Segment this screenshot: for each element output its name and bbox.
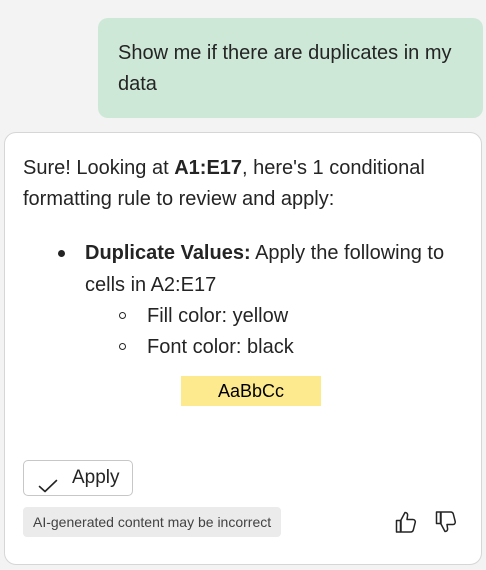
- apply-button-label: Apply: [72, 467, 120, 488]
- circle-bullet-icon: [119, 312, 126, 319]
- user-message-text: Show me if there are duplicates in my da…: [118, 42, 452, 95]
- rule-detail-font: Font color: black: [119, 332, 294, 363]
- response-intro: Sure! Looking at A1:E17, here's 1 condit…: [23, 153, 473, 215]
- ai-disclaimer-badge: AI-generated content may be incorrect: [23, 507, 282, 537]
- bullet-icon: [58, 250, 65, 257]
- format-preview-swatch: AaBbCc: [181, 376, 321, 406]
- rule-name: Duplicate Values:: [85, 242, 251, 264]
- thumbs-down-icon[interactable]: [435, 510, 457, 534]
- checkmark-icon: [38, 471, 58, 505]
- assistant-response-card: Sure! Looking at A1:E17, here's 1 condit…: [4, 132, 482, 565]
- apply-button[interactable]: Apply: [23, 460, 133, 496]
- circle-bullet-icon: [119, 343, 126, 350]
- rule-detail-text: Fill color: yellow: [147, 305, 289, 327]
- intro-prefix: Sure! Looking at: [23, 157, 175, 179]
- rule-detail-text: Font color: black: [147, 336, 294, 358]
- rule-item: Duplicate Values: Apply the following to…: [58, 237, 475, 301]
- rule-detail-fill: Fill color: yellow: [119, 301, 289, 332]
- thumbs-up-icon[interactable]: [395, 510, 417, 534]
- intro-range: A1:E17: [174, 157, 243, 179]
- user-message-bubble: Show me if there are duplicates in my da…: [98, 18, 483, 118]
